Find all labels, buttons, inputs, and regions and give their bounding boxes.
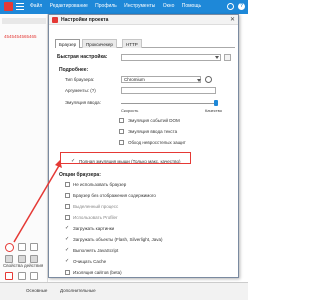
close-icon[interactable]: ✕ — [230, 16, 235, 23]
browser-type-select[interactable]: Chromium — [121, 76, 201, 83]
bottom-tab-bar: Основные Дополнительные — [0, 282, 248, 300]
slider-speed-label: Скорость — [121, 108, 139, 113]
slider-quality-label: Качество — [205, 108, 222, 113]
checkbox-no-browser[interactable] — [65, 182, 70, 187]
label-clear-cache: Очищать Cache — [73, 259, 107, 264]
tab-additional[interactable]: Дополнительные — [60, 288, 96, 293]
tab-http[interactable]: HTTP — [122, 39, 142, 48]
checkbox-run-js[interactable]: ✓ — [65, 248, 69, 253]
label-load-images: Загружать картинки — [73, 226, 115, 231]
checkbox-site-isolation[interactable] — [65, 270, 70, 275]
grid-icon[interactable] — [30, 243, 38, 251]
label-bypass: Обход невросстелых защит — [128, 140, 186, 145]
save-preset-icon[interactable] — [224, 54, 231, 61]
checkbox-profiler[interactable] — [65, 215, 70, 220]
dialog-title-bar: Настройки проекта ✕ — [49, 15, 238, 25]
browser-type-label: Тип браузера: — [65, 77, 95, 82]
label-load-objects: Загружать объекты (Flash, Silverlight, J… — [73, 237, 163, 242]
menu-tools[interactable]: Инструменты — [124, 3, 155, 9]
screenshot-icon[interactable] — [5, 272, 13, 280]
save-icon[interactable] — [18, 255, 26, 263]
emulation-slider-track[interactable] — [121, 103, 216, 104]
app-logo-icon — [4, 2, 13, 11]
chevron-down-icon — [215, 56, 219, 59]
label-text-input: Эмуляция ввода текста — [128, 129, 178, 134]
checkbox-headless[interactable] — [65, 193, 70, 198]
label-dom-events: Эмуляция событий DOM — [128, 118, 180, 123]
arguments-label: Аргументы: (?) — [65, 88, 96, 93]
project-settings-dialog: Настройки проекта ✕ Браузер Проксичекер … — [48, 14, 239, 278]
tab-browser[interactable]: Браузер — [55, 39, 81, 48]
label-no-browser: Не использовать браузер — [73, 182, 127, 187]
project-id-label: 4545454565465 — [4, 34, 37, 39]
quick-settings-dropdown[interactable] — [121, 54, 221, 61]
grid-small-icon[interactable] — [18, 272, 26, 280]
main-menu: Файл Редактирование Профиль Инструменты … — [30, 3, 207, 9]
image-icon[interactable] — [5, 255, 13, 263]
emulation-slider-thumb[interactable] — [214, 100, 218, 106]
browser-options-label: Опции браузера: — [59, 172, 101, 178]
target-icon[interactable] — [30, 272, 38, 280]
checkbox-clear-cache[interactable]: ✓ — [65, 259, 69, 264]
input-emulation-label: Эмуляция ввода: — [65, 100, 101, 105]
checkbox-dedicated-process[interactable] — [65, 204, 70, 209]
user-icon[interactable] — [227, 3, 234, 10]
action-properties-label: Свойства действия — [3, 263, 44, 268]
tab-proxychecker[interactable]: Проксичекер — [82, 39, 117, 48]
settings-tabs: Браузер Проксичекер HTTP — [55, 39, 235, 48]
app-title-bar: Файл Редактирование Профиль Инструменты … — [0, 0, 248, 14]
checkbox-bypass[interactable] — [119, 140, 124, 145]
dialog-app-icon — [52, 17, 58, 23]
label-site-isolation: Изоляция сайтов (beta) — [73, 270, 122, 275]
checkbox-dom-events[interactable] — [119, 118, 124, 123]
label-profiler: Использовать Profiler — [73, 215, 118, 220]
label-dedicated-process: Выделенный процесс — [73, 204, 119, 209]
arguments-input[interactable] — [121, 87, 216, 94]
hamburger-menu-icon[interactable] — [16, 3, 24, 10]
dialog-title: Настройки проекта — [61, 17, 109, 23]
checkbox-load-images[interactable]: ✓ — [65, 226, 69, 231]
help-icon[interactable]: ? — [238, 3, 245, 10]
checkbox-text-input[interactable] — [119, 129, 124, 134]
label-headless: Браузер без отображения содержимого — [73, 193, 156, 198]
export-icon[interactable] — [30, 255, 38, 263]
menu-file[interactable]: Файл — [30, 3, 42, 9]
menu-profile[interactable]: Профиль — [95, 3, 117, 9]
refresh-icon[interactable] — [18, 243, 26, 251]
panel-tab-strip[interactable] — [2, 18, 46, 24]
checkbox-load-objects[interactable]: ✓ — [65, 237, 69, 242]
browser-type-chevron-icon — [197, 79, 201, 82]
browser-settings-gear-icon[interactable] — [205, 76, 212, 83]
menu-help[interactable]: Помощь — [182, 3, 201, 9]
more-section-label: Подробнее: — [59, 67, 89, 73]
label-run-js: Выполнять JavaScript — [73, 248, 119, 253]
settings-gear-icon[interactable] — [5, 243, 14, 252]
highlight-box — [60, 152, 191, 164]
tab-main[interactable]: Основные — [26, 288, 47, 293]
menu-window[interactable]: Окно — [163, 3, 175, 9]
quick-settings-label: Быстрая настройка: — [57, 54, 108, 60]
menu-edit[interactable]: Редактирование — [50, 3, 88, 9]
